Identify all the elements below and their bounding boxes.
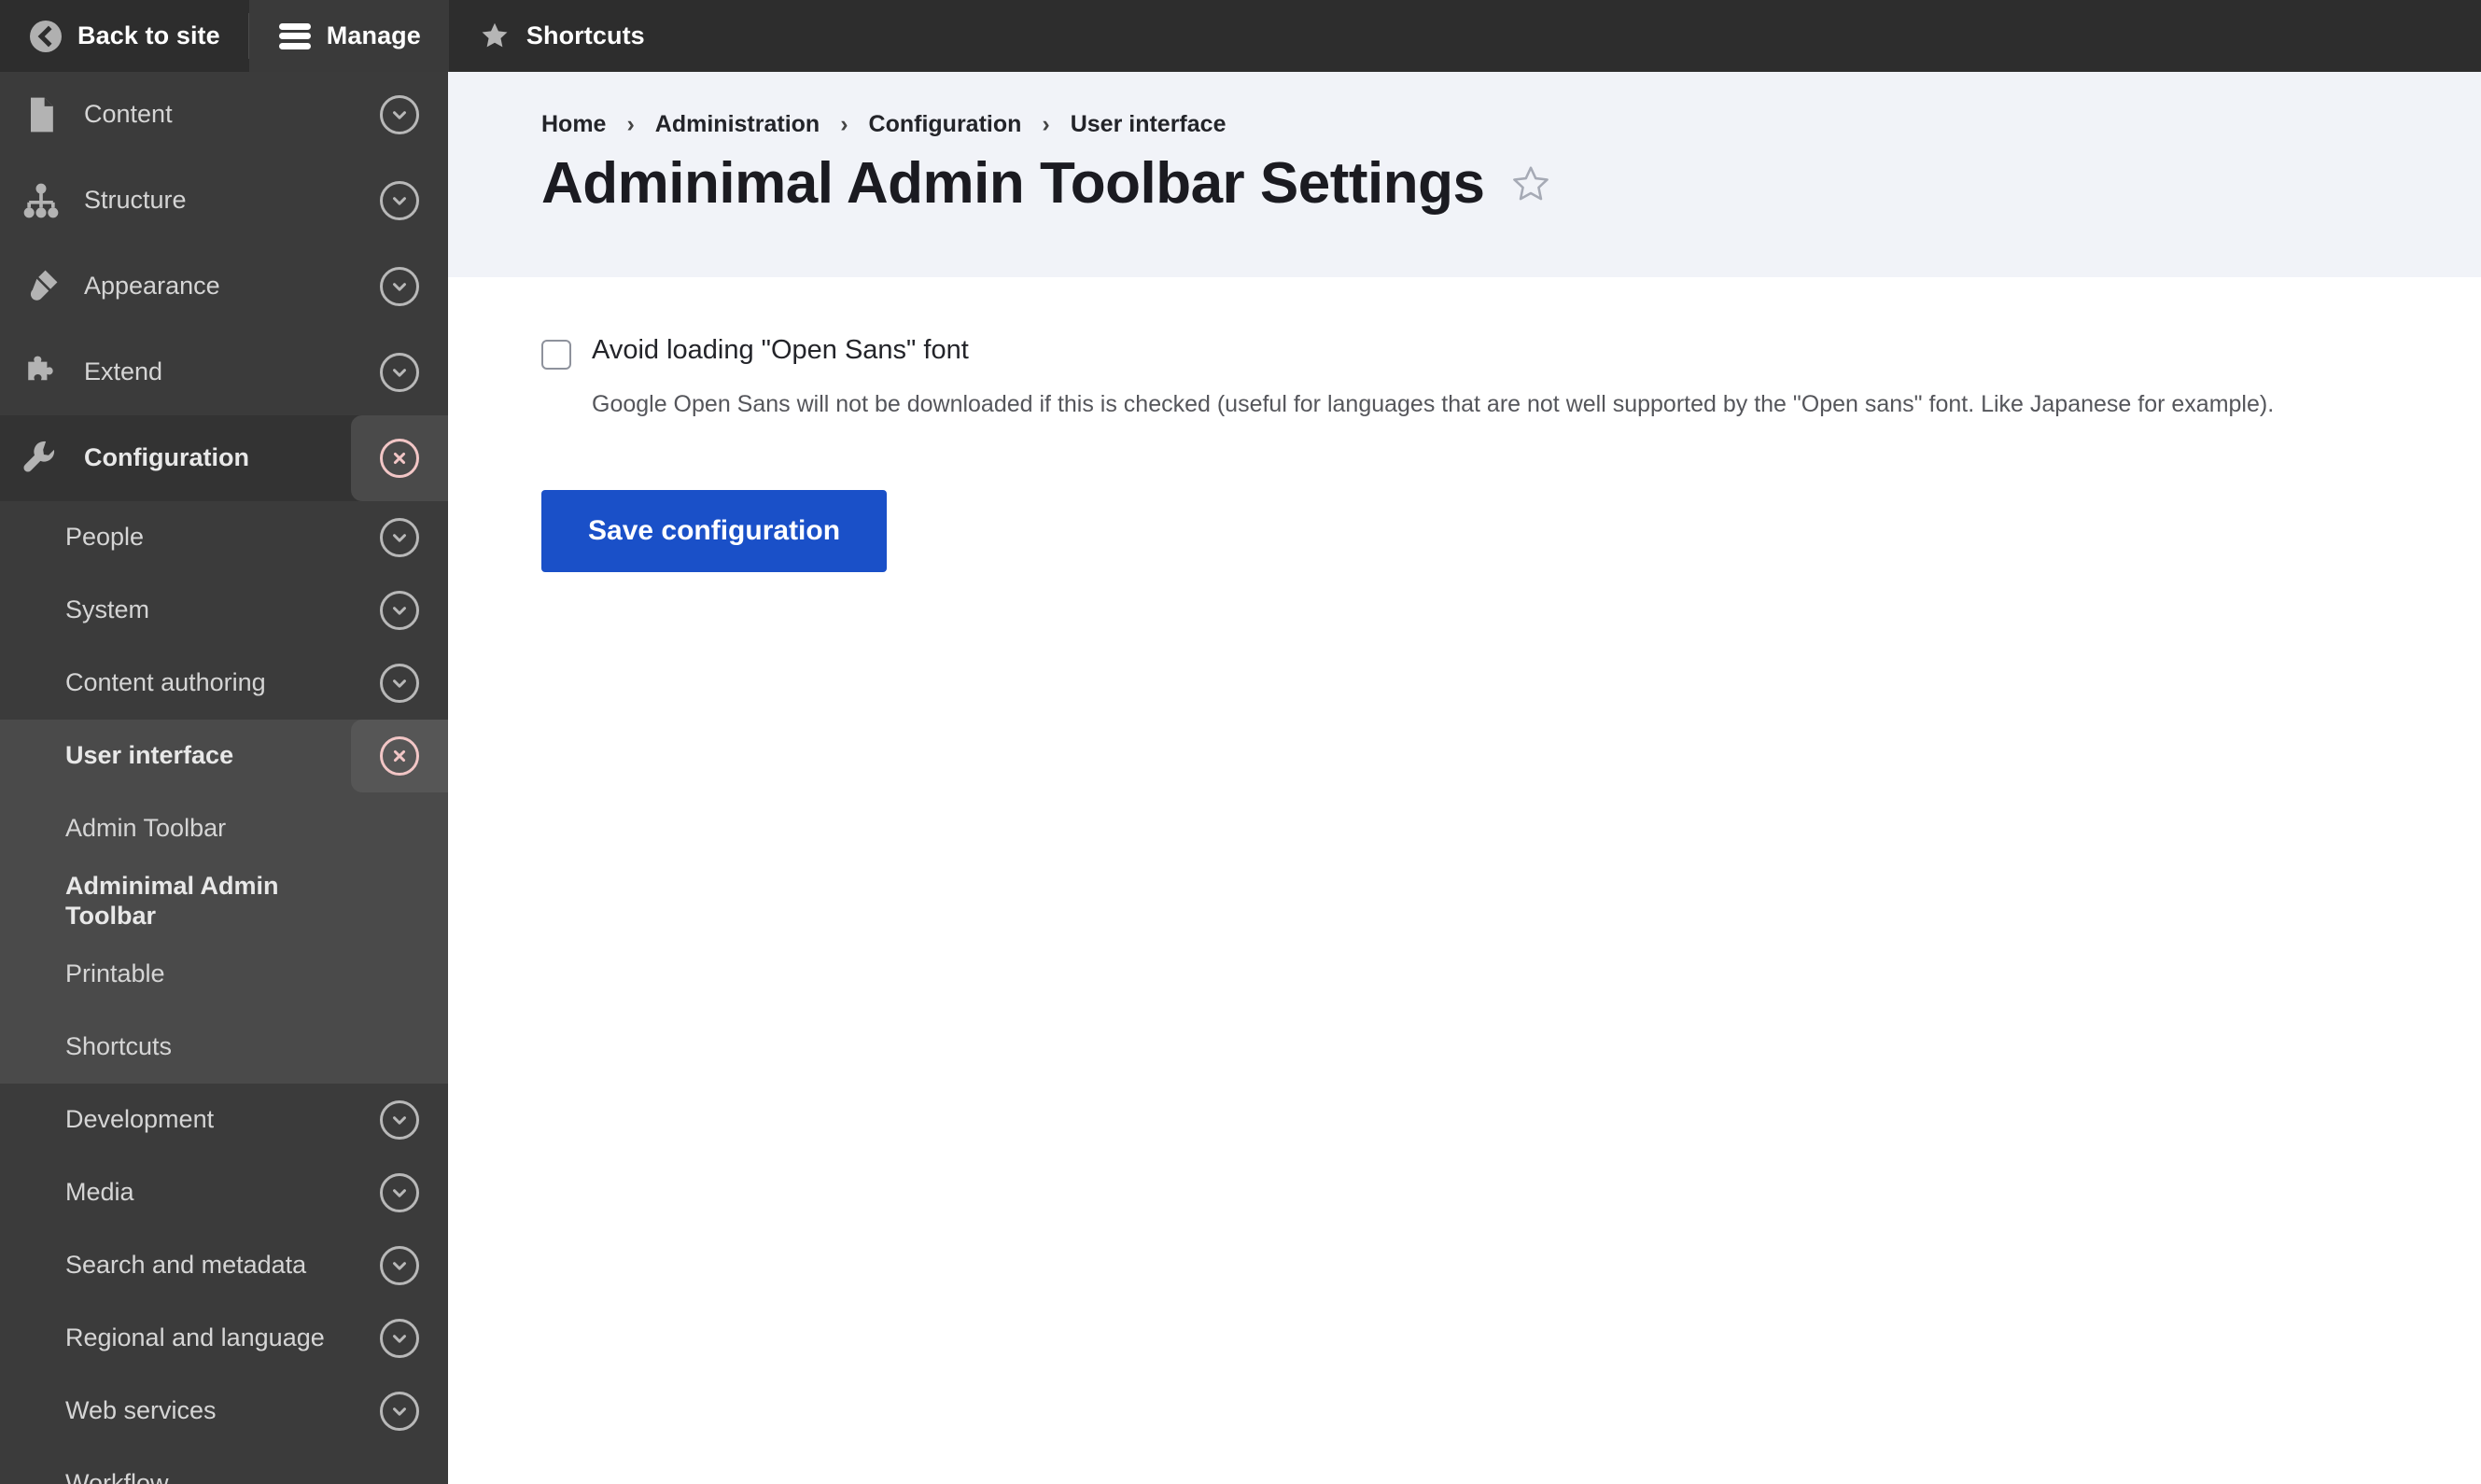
sidebar-item-regional-and-language[interactable]: Regional and language bbox=[0, 1302, 448, 1375]
avoid-open-sans-checkbox[interactable] bbox=[541, 340, 571, 370]
sidebar-item-system[interactable]: System bbox=[0, 574, 448, 647]
breadcrumb-separator-icon: › bbox=[626, 111, 635, 137]
sidebar-item-admin-toolbar[interactable]: Admin Toolbar bbox=[0, 792, 448, 865]
sidebar-item-label: Web services bbox=[65, 1396, 217, 1425]
sidebar-item-search-and-metadata[interactable]: Search and metadata bbox=[0, 1229, 448, 1302]
sidebar-item-label: Development bbox=[65, 1105, 215, 1134]
main-content: Home › Administration › Configuration › … bbox=[448, 72, 2481, 1484]
sidebar-item-label: Search and metadata bbox=[65, 1251, 307, 1280]
sidebar-item-label: Admin Toolbar bbox=[65, 814, 227, 843]
sidebar-item-label: Shortcuts bbox=[65, 1032, 173, 1061]
sidebar-item-web-services[interactable]: Web services bbox=[0, 1375, 448, 1448]
sidebar-item-extend[interactable]: Extend bbox=[0, 329, 448, 415]
breadcrumb-item-administration[interactable]: Administration bbox=[655, 111, 820, 138]
sidebar-item-label: System bbox=[65, 595, 150, 624]
sidebar-item-printable[interactable]: Printable bbox=[0, 938, 448, 1011]
sidebar-item-development[interactable]: Development bbox=[0, 1084, 448, 1156]
chevron-down-icon[interactable] bbox=[351, 158, 448, 244]
chevron-down-icon[interactable] bbox=[351, 501, 448, 574]
sidebar-item-content[interactable]: Content bbox=[0, 72, 448, 158]
sidebar-item-label: Appearance bbox=[84, 272, 220, 301]
toolbar-item-back-to-site[interactable]: Back to site bbox=[0, 0, 248, 72]
sidebar-item-user-interface[interactable]: User interface bbox=[0, 720, 448, 792]
sidebar-item-label: Adminimal Admin Toolbar bbox=[65, 872, 279, 930]
title-row: Adminimal Admin Toolbar Settings bbox=[541, 155, 2481, 213]
toolbar-item-shortcuts[interactable]: Shortcuts bbox=[449, 0, 673, 72]
close-circle-icon[interactable] bbox=[351, 720, 448, 792]
toolbar-item-label: Shortcuts bbox=[526, 21, 645, 49]
star-outline-icon[interactable] bbox=[1510, 163, 1551, 204]
admin-toolbar: Back to site Manage Shortcuts bbox=[0, 0, 2481, 72]
breadcrumb-item-home[interactable]: Home bbox=[541, 111, 606, 138]
paintbrush-icon bbox=[21, 266, 62, 307]
sidebar-item-label: Configuration bbox=[84, 443, 249, 472]
sidebar-submenu-user-interface: Admin Toolbar Adminimal Admin Toolbar Pr… bbox=[0, 792, 448, 1084]
chevron-down-icon[interactable] bbox=[351, 1375, 448, 1448]
sidebar-item-label: User interface bbox=[65, 741, 234, 770]
hamburger-icon bbox=[278, 22, 311, 49]
sidebar-item-label: Printable bbox=[65, 959, 165, 988]
puzzle-icon bbox=[21, 352, 62, 393]
chevron-down-icon[interactable] bbox=[351, 329, 448, 415]
breadcrumb-item-user-interface[interactable]: User interface bbox=[1071, 111, 1226, 138]
star-icon bbox=[479, 21, 511, 51]
avoid-open-sans-row: Avoid loading "Open Sans" font bbox=[541, 333, 2388, 370]
admin-sidebar-menu: Content Structure Appearance Extend Conf… bbox=[0, 72, 448, 1484]
sitemap-icon bbox=[21, 180, 62, 221]
document-icon bbox=[21, 94, 62, 135]
toolbar-item-label: Manage bbox=[326, 21, 421, 49]
chevron-down-icon[interactable] bbox=[351, 72, 448, 158]
wrench-icon bbox=[21, 438, 62, 479]
sidebar-item-content-authoring[interactable]: Content authoring bbox=[0, 647, 448, 720]
chevron-down-icon[interactable] bbox=[351, 1084, 448, 1156]
avoid-open-sans-description: Google Open Sans will not be downloaded … bbox=[592, 391, 2275, 417]
sidebar-item-label: Workflow bbox=[65, 1469, 169, 1484]
chevron-down-icon[interactable] bbox=[351, 1229, 448, 1302]
sidebar-item-people[interactable]: People bbox=[0, 501, 448, 574]
chevron-down-icon[interactable] bbox=[351, 1302, 448, 1375]
sidebar-item-media[interactable]: Media bbox=[0, 1156, 448, 1229]
toolbar-item-manage[interactable]: Manage bbox=[248, 0, 449, 72]
sidebar-item-adminimal-admin-toolbar[interactable]: Adminimal Admin Toolbar bbox=[0, 865, 448, 938]
sidebar-item-label: Extend bbox=[84, 357, 163, 386]
back-circle-icon bbox=[30, 20, 62, 52]
sidebar-item-label: Regional and language bbox=[65, 1323, 325, 1352]
sidebar-item-workflow[interactable]: Workflow bbox=[0, 1448, 448, 1484]
avoid-open-sans-label[interactable]: Avoid loading "Open Sans" font bbox=[592, 333, 969, 369]
chevron-down-icon[interactable] bbox=[351, 647, 448, 720]
page-title: Adminimal Admin Toolbar Settings bbox=[541, 151, 1485, 216]
breadcrumb-separator-icon: › bbox=[1042, 111, 1050, 137]
sidebar-item-appearance[interactable]: Appearance bbox=[0, 244, 448, 329]
breadcrumb: Home › Administration › Configuration › … bbox=[541, 111, 2481, 138]
breadcrumb-separator-icon: › bbox=[840, 111, 848, 137]
save-configuration-button[interactable]: Save configuration bbox=[541, 489, 888, 572]
sidebar-item-label: People bbox=[65, 523, 145, 552]
page-header: Home › Administration › Configuration › … bbox=[448, 72, 2481, 277]
sidebar-item-label: Structure bbox=[84, 186, 187, 215]
chevron-down-icon[interactable] bbox=[351, 1156, 448, 1229]
sidebar-item-shortcuts[interactable]: Shortcuts bbox=[0, 1011, 448, 1084]
chevron-down-icon[interactable] bbox=[351, 574, 448, 647]
breadcrumb-item-configuration[interactable]: Configuration bbox=[869, 111, 1022, 138]
sidebar-item-configuration[interactable]: Configuration bbox=[0, 415, 448, 501]
toolbar-item-label: Back to site bbox=[77, 21, 220, 49]
sidebar-item-label: Media bbox=[65, 1178, 134, 1207]
chevron-down-icon[interactable] bbox=[351, 244, 448, 329]
settings-form: Avoid loading "Open Sans" font Google Op… bbox=[448, 277, 2481, 572]
sidebar-item-label: Content bbox=[84, 100, 173, 129]
sidebar-item-structure[interactable]: Structure bbox=[0, 158, 448, 244]
close-circle-icon[interactable] bbox=[351, 415, 448, 501]
sidebar-item-label: Content authoring bbox=[65, 668, 266, 697]
